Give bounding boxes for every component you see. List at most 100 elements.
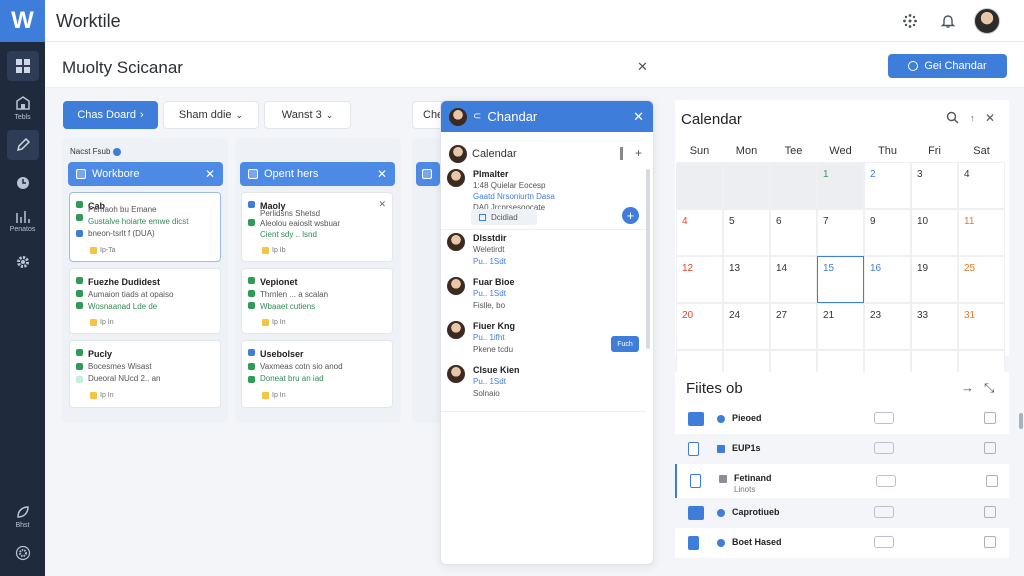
card-line: Dueoral NUcd 2.. an — [88, 374, 161, 383]
message-item[interactable]: Dlsstdir Weletirdt Pu.. 1Sdt — [447, 233, 643, 273]
sidebar-item-reports[interactable]: Penatos — [0, 208, 45, 233]
calendar-day[interactable]: 20 — [676, 303, 723, 350]
tag-label: Ip In — [100, 392, 114, 399]
close-icon[interactable]: ✕ — [985, 111, 995, 125]
close-icon[interactable]: ✕ — [377, 167, 387, 181]
avatar — [447, 233, 465, 251]
row-checkbox[interactable] — [984, 536, 996, 548]
task-card[interactable]: Vepionet Thrnlen ... a scalan Wbaaet cut… — [241, 268, 393, 334]
view-dropdown[interactable]: Wanst 3 ⌄ — [264, 101, 351, 129]
calendar-day[interactable] — [770, 162, 817, 209]
column-header-partial[interactable] — [416, 162, 440, 186]
close-icon[interactable]: ✕ — [633, 109, 644, 125]
search-icon[interactable] — [946, 111, 959, 127]
calendar-day[interactable]: 6 — [770, 209, 817, 256]
calendar-day[interactable]: 4 — [676, 209, 723, 256]
weekday-label: Sun — [689, 145, 710, 157]
document-icon — [690, 474, 701, 488]
sidebar-item-dashboard[interactable] — [0, 51, 45, 81]
task-card[interactable]: Fuezhe Dudidest Aumaion tiads at opaiso … — [69, 268, 221, 334]
calendar-day[interactable]: 19 — [911, 256, 958, 303]
sidebar-item-edit[interactable] — [0, 130, 45, 160]
file-row[interactable]: Caprotiueb — [675, 498, 1009, 528]
user-avatar[interactable] — [974, 8, 1000, 34]
calendar-day[interactable]: 24 — [723, 303, 770, 350]
file-row[interactable]: EUP1s — [675, 434, 1009, 464]
task-card[interactable]: Usebolser Vaxmeas cotn sio anod Doneat b… — [241, 340, 393, 408]
sidebar-item-settings[interactable] — [0, 247, 45, 277]
calendar-day[interactable]: 10 — [911, 209, 958, 256]
card-line: Aumaion tiads at opaiso — [88, 290, 174, 299]
calendar-day[interactable]: 21 — [817, 303, 864, 350]
open-calendar-button[interactable]: Gei Chandar — [888, 54, 1007, 78]
sidebar-item-preferences[interactable] — [0, 538, 45, 568]
calendar-day[interactable]: 3 — [911, 162, 958, 209]
row-checkbox[interactable] — [984, 506, 996, 518]
calendar-day[interactable] — [676, 162, 723, 209]
pin-icon[interactable]: ↑ — [970, 113, 975, 123]
calendar-day[interactable]: 7 — [817, 209, 864, 256]
label-tag-icon — [874, 506, 894, 518]
logo-letter: W — [11, 7, 34, 34]
collapse-icon[interactable]: ⤡ — [984, 380, 994, 396]
chevron-down-icon: ⌄ — [325, 109, 334, 120]
calendar-day[interactable]: 13 — [723, 256, 770, 303]
chat-scrollbar[interactable] — [646, 169, 650, 349]
collapse-icon[interactable]: ✕ — [637, 59, 648, 75]
add-button[interactable]: + — [622, 207, 639, 224]
sidebar-item-help[interactable]: Bhst — [0, 502, 45, 529]
file-row[interactable]: Fetinand Linots — [675, 464, 1009, 498]
calendar-day[interactable]: 15 — [817, 256, 864, 303]
file-row[interactable] — [675, 558, 1009, 576]
task-card[interactable]: Maoly Perlidsns Shetsd Aleolou eaioslt w… — [241, 192, 393, 262]
calendar-day[interactable]: 16 — [864, 256, 911, 303]
message-text: Gaatd Nrsoniurtn Dasa — [473, 192, 555, 201]
message-item[interactable]: Fuar Bioe Pu.. 1Sdt Fislle, bo — [447, 277, 643, 317]
attachment-chip[interactable]: Dcidiad — [471, 209, 537, 225]
reply-button[interactable]: Fuch — [611, 336, 639, 352]
sidebar-item-tables[interactable]: Tebls — [0, 92, 45, 121]
calendar-day[interactable]: 4 — [958, 162, 1005, 209]
calendar-day[interactable] — [723, 162, 770, 209]
calendar-day[interactable]: 14 — [770, 256, 817, 303]
app-logo[interactable]: W — [0, 0, 45, 42]
calendar-day[interactable]: 2 — [864, 162, 911, 209]
calendar-day[interactable]: 23 — [864, 303, 911, 350]
calendar-day[interactable]: 27 — [770, 303, 817, 350]
calendar-day[interactable]: 25 — [958, 256, 1005, 303]
page-scrollbar[interactable] — [1019, 413, 1023, 429]
calendar-day[interactable]: 5 — [723, 209, 770, 256]
calendar-day[interactable]: 11 — [958, 209, 1005, 256]
row-checkbox[interactable] — [984, 412, 996, 424]
column-header-opent-hers[interactable]: Opent hers ✕ — [240, 162, 395, 186]
column-header-workbore[interactable]: Workbore ✕ — [68, 162, 223, 186]
calendar-day[interactable]: 1 — [817, 162, 864, 209]
message-text: Fislle, bo — [473, 301, 506, 310]
task-card[interactable]: Pucly Bocesmes Wisast Dueoral NUcd 2.. a… — [69, 340, 221, 408]
arrow-right-icon[interactable]: → — [961, 380, 974, 395]
calendar-day[interactable]: 31 — [958, 303, 1005, 350]
avatar[interactable] — [449, 107, 467, 126]
calendar-day[interactable]: 33 — [911, 303, 958, 350]
row-checkbox[interactable] — [984, 442, 996, 454]
message-item[interactable]: Clsue Kien Pu.. 1Sdt Solnaio — [447, 365, 643, 405]
card-title: Fuezhe Dudidest — [88, 277, 161, 287]
sidebar-item-recent[interactable] — [0, 168, 45, 198]
avatar[interactable] — [449, 145, 467, 163]
calendar-day[interactable]: 9 — [864, 209, 911, 256]
calendar-day[interactable]: 12 — [676, 256, 723, 303]
file-row[interactable]: Pieoed — [675, 404, 1009, 434]
task-card[interactable]: Cab Pemaoh bu Emane Gustalve hoiarte emw… — [69, 192, 221, 262]
close-icon[interactable]: ✕ — [205, 167, 215, 181]
apps-icon[interactable] — [900, 11, 920, 31]
row-checkbox[interactable] — [986, 475, 998, 487]
plus-icon[interactable]: + — [635, 146, 642, 160]
board-view-button[interactable]: Chas Doard › — [63, 101, 158, 129]
file-name: Pieoed — [732, 413, 762, 423]
close-icon[interactable]: ✕ — [378, 199, 386, 210]
file-row[interactable]: Boet Hased — [675, 528, 1009, 558]
message-text: Pu.. 1Sdt — [473, 289, 506, 298]
share-dropdown[interactable]: Sham ddie ⌄ — [163, 101, 259, 129]
bell-icon[interactable] — [938, 11, 958, 31]
message-text: Pu.. 1Sdt — [473, 257, 506, 266]
